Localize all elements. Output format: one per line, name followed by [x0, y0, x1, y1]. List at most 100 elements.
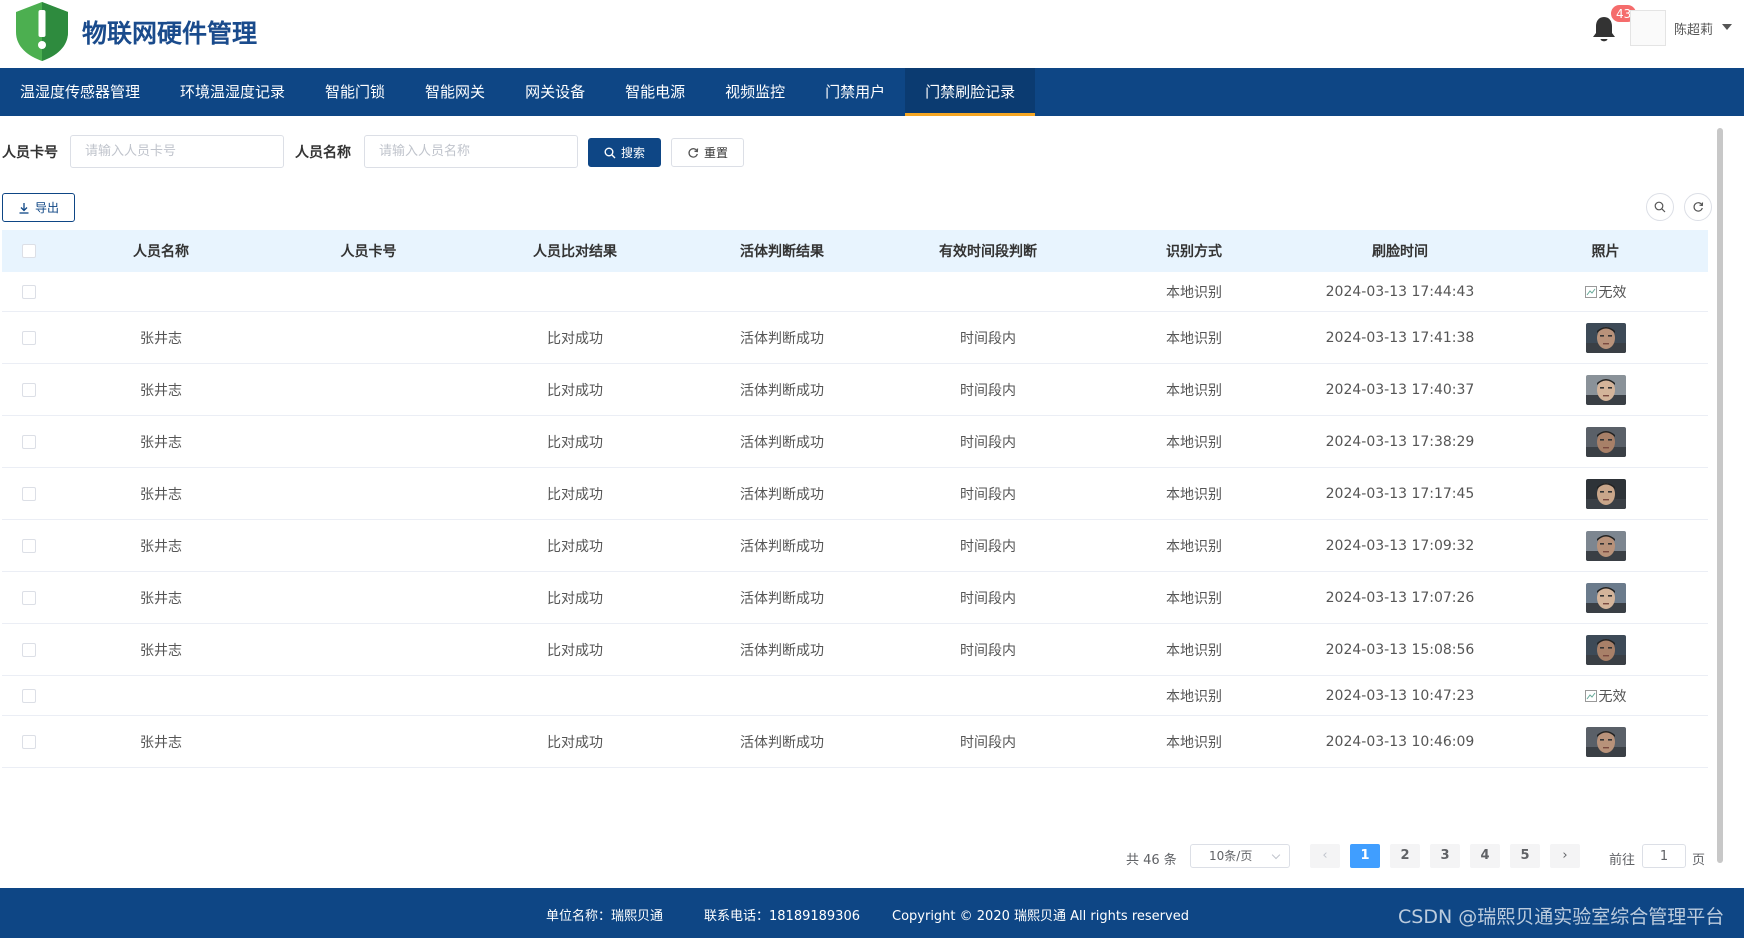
page-size-select[interactable]: 10条/页	[1190, 844, 1290, 868]
table-row[interactable]: 张井志 比对成功 活体判断成功 时间段内 本地识别 2024-03-13 17:41:38	[2, 312, 1708, 364]
page-button-3[interactable]: 3	[1430, 844, 1460, 868]
nav-item-3[interactable]: 智能网关	[405, 68, 505, 116]
refresh-icon	[1693, 202, 1704, 212]
cell-photo	[1503, 478, 1708, 509]
row-checkbox[interactable]	[22, 434, 36, 449]
face-photo-thumbnail[interactable]	[1585, 634, 1626, 665]
face-photo-thumbnail[interactable]	[1585, 478, 1626, 509]
cell-liveness: 活体判断成功	[740, 642, 824, 659]
goto-page-input[interactable]	[1642, 844, 1686, 868]
scrollbar-thumb[interactable]	[1717, 128, 1723, 863]
face-photo-thumbnail[interactable]	[1585, 530, 1626, 561]
cell-method: 本地识别	[1166, 642, 1222, 659]
prev-page-button[interactable]: ‹	[1310, 844, 1340, 868]
nav-item-8[interactable]: 门禁刷脸记录	[905, 68, 1036, 116]
table-row[interactable]: 张井志 比对成功 活体判断成功 时间段内 本地识别 2024-03-13 17:07:26	[2, 572, 1708, 624]
page-button-5[interactable]: 5	[1510, 844, 1540, 868]
nav-item-7[interactable]: 门禁用户	[805, 68, 905, 116]
nav-item-5[interactable]: 智能电源	[605, 68, 705, 116]
search-button[interactable]: 搜索	[588, 138, 661, 167]
cell-period: 时间段内	[960, 590, 1016, 607]
row-checkbox[interactable]	[22, 486, 36, 501]
person-name-input[interactable]	[364, 135, 578, 168]
row-checkbox[interactable]	[22, 734, 36, 749]
download-icon	[19, 202, 29, 214]
cell-name: 张井志	[140, 434, 182, 451]
nav-item-6[interactable]: 视频监控	[705, 68, 805, 116]
cell-period: 时间段内	[960, 734, 1016, 751]
person-name-label: 人员名称	[295, 145, 351, 161]
nav-item-2[interactable]: 智能门锁	[305, 68, 405, 116]
pagination-total: 共 46 条	[1126, 853, 1177, 868]
refresh-icon	[688, 147, 699, 158]
face-photo-thumbnail[interactable]	[1585, 426, 1626, 457]
nav-item-0[interactable]: 温湿度传感器管理	[0, 68, 160, 116]
table-row[interactable]: 张井志 比对成功 活体判断成功 时间段内 本地识别 2024-03-13 10:46:09	[2, 716, 1708, 768]
cell-method: 本地识别	[1166, 734, 1222, 751]
cell-time: 2024-03-13 17:44:43	[1325, 283, 1475, 300]
caret-down-icon[interactable]	[1722, 24, 1732, 30]
vertical-scrollbar[interactable]	[1717, 128, 1723, 863]
user-name[interactable]: 陈超莉	[1674, 19, 1713, 38]
page-button-1[interactable]: 1	[1350, 844, 1380, 868]
page-button-4[interactable]: 4	[1470, 844, 1500, 868]
broken-image[interactable]: 无效	[1584, 282, 1627, 302]
face-photo-thumbnail[interactable]	[1585, 374, 1626, 405]
next-page-button[interactable]: ›	[1550, 844, 1580, 868]
cell-photo	[1503, 426, 1708, 457]
column-header: 人员比对结果	[533, 244, 617, 260]
select-all-checkbox[interactable]	[22, 244, 36, 258]
nav-item-1[interactable]: 环境温湿度记录	[160, 68, 305, 116]
cell-name: 张井志	[140, 734, 182, 751]
broken-image[interactable]: 无效	[1584, 686, 1627, 706]
table-row[interactable]: 张井志 比对成功 活体判断成功 时间段内 本地识别 2024-03-13 17:09:32	[2, 520, 1708, 572]
reset-button[interactable]: 重置	[671, 138, 744, 167]
cell-compare: 比对成功	[547, 382, 603, 399]
cell-time: 2024-03-13 17:17:45	[1325, 485, 1475, 502]
face-photo-thumbnail[interactable]	[1585, 726, 1626, 757]
cell-name: 张井志	[140, 382, 182, 399]
cell-liveness: 活体判断成功	[740, 434, 824, 451]
refresh-table-button[interactable]	[1684, 193, 1712, 221]
table-row[interactable]: 张井志 比对成功 活体判断成功 时间段内 本地识别 2024-03-13 17:38:29	[2, 416, 1708, 468]
toggle-search-button[interactable]	[1646, 193, 1674, 221]
nav-item-4[interactable]: 网关设备	[505, 68, 605, 116]
search-icon	[604, 147, 616, 158]
face-photo-thumbnail[interactable]	[1585, 582, 1626, 613]
cell-name: 张井志	[140, 486, 182, 503]
column-header: 照片	[1591, 244, 1620, 260]
cell-time: 2024-03-13 10:46:09	[1325, 733, 1475, 750]
table-row[interactable]: 本地识别 2024-03-13 10:47:23 无效	[2, 676, 1708, 716]
footer-copyright: Copyright © 2020 瑞熙贝通 All rights reserve…	[892, 909, 1189, 924]
broken-image-alt: 无效	[1598, 284, 1627, 301]
page-button-2[interactable]: 2	[1390, 844, 1420, 868]
row-checkbox[interactable]	[22, 590, 36, 605]
footer-unit: 单位名称：瑞熙贝通	[546, 909, 664, 924]
row-checkbox[interactable]	[22, 284, 36, 299]
app-title: 物联网硬件管理	[82, 19, 258, 48]
table-row[interactable]: 本地识别 2024-03-13 17:44:43 无效	[2, 272, 1708, 312]
cell-method: 本地识别	[1166, 486, 1222, 503]
table-row[interactable]: 张井志 比对成功 活体判断成功 时间段内 本地识别 2024-03-13 17:40:37	[2, 364, 1708, 416]
column-header: 刷脸时间	[1372, 244, 1428, 260]
cell-photo	[1503, 374, 1708, 405]
row-checkbox[interactable]	[22, 382, 36, 397]
card-number-label: 人员卡号	[2, 145, 58, 161]
export-button[interactable]: 导出	[2, 193, 75, 222]
cell-photo	[1503, 322, 1708, 353]
table-row[interactable]: 张井志 比对成功 活体判断成功 时间段内 本地识别 2024-03-13 15:08:56	[2, 624, 1708, 676]
column-header: 人员卡号	[340, 244, 397, 260]
table-row[interactable]: 张井志 比对成功 活体判断成功 时间段内 本地识别 2024-03-13 17:17:45	[2, 468, 1708, 520]
cell-time: 2024-03-13 17:07:26	[1325, 589, 1475, 606]
row-checkbox[interactable]	[22, 330, 36, 345]
card-number-input[interactable]	[70, 135, 284, 168]
cell-liveness: 活体判断成功	[740, 590, 824, 607]
avatar[interactable]	[1630, 10, 1666, 46]
row-checkbox[interactable]	[22, 688, 36, 703]
cell-liveness: 活体判断成功	[740, 486, 824, 503]
row-checkbox[interactable]	[22, 538, 36, 553]
face-photo-thumbnail[interactable]	[1585, 322, 1626, 353]
row-checkbox[interactable]	[22, 642, 36, 657]
row-select-cell	[2, 284, 56, 299]
cell-period: 时间段内	[960, 382, 1016, 399]
